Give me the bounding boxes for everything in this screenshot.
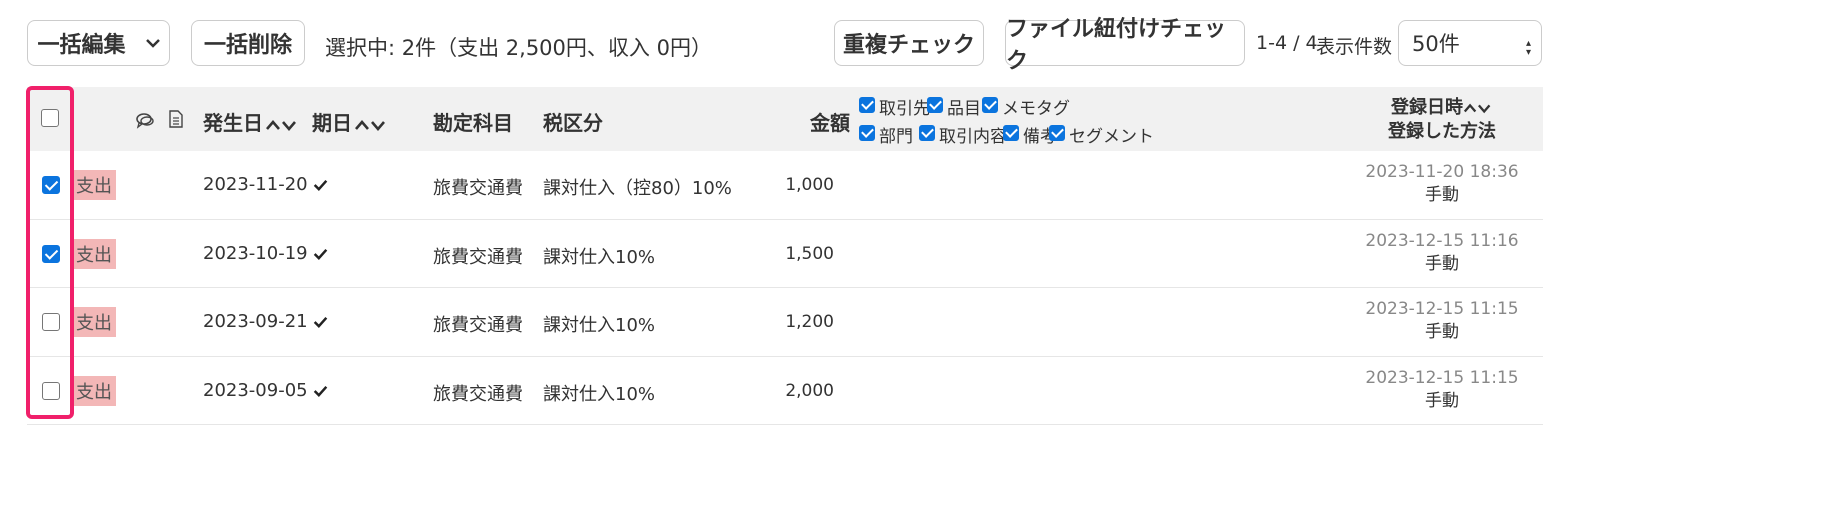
- column-option-checkbox[interactable]: [859, 125, 875, 141]
- tax-class: 課対仕入10%: [543, 315, 656, 336]
- occurred-date: 2023-09-05: [203, 379, 308, 401]
- column-option-checkbox[interactable]: [859, 97, 875, 113]
- file-link-check-label: ファイル紐付けチェック: [1006, 17, 1227, 74]
- registration-info: 2023-11-20 18:36 手動: [1362, 161, 1522, 207]
- pagination-range: 1-4 / 4: [1256, 32, 1318, 54]
- column-option-label: セグメント: [1069, 127, 1154, 147]
- selection-column-highlight: [26, 86, 74, 419]
- table-row[interactable]: 支出 2023-11-20 旅費交通費 課対仕入（控80）10% 1,000 2023-1…: [27, 151, 1543, 220]
- registered-method: 手動: [1425, 185, 1459, 205]
- account-name: 旅費交通費: [433, 315, 523, 336]
- column-option-checkbox[interactable]: [1003, 125, 1019, 141]
- bulk-edit-label: 一括編集: [37, 33, 126, 58]
- duplicate-check-label: 重複チェック: [842, 33, 975, 58]
- select-arrows-icon: ▴ ▾: [1525, 38, 1531, 58]
- comment-icon: [136, 113, 154, 129]
- column-option-label: 部門: [879, 127, 913, 147]
- occurred-date-label: 発生日: [203, 111, 263, 135]
- bulk-delete-label: 一括削除: [203, 33, 292, 58]
- tax-class: 課対仕入10%: [543, 246, 656, 268]
- registered-method: 手動: [1425, 253, 1459, 274]
- registered-method: 手動: [1425, 322, 1459, 342]
- tax-class: 課対仕入（控80）10%: [543, 178, 732, 199]
- table-row[interactable]: 支出 2023-10-19 旅費交通費 課対仕入10% 1,500 2023-12-15 …: [27, 220, 1543, 288]
- checkmark-icon: [313, 248, 328, 260]
- amount: 1,000: [785, 175, 834, 195]
- expense-badge: 支出: [72, 375, 116, 406]
- selection-summary: 選択中: 2件（支出 2,500円、収入 0円）: [325, 36, 712, 60]
- occurred-date: 2023-09-21: [203, 311, 308, 332]
- column-option-label: 品目: [947, 99, 981, 119]
- registered-datetime: 2023-12-15 11:16: [1365, 230, 1519, 251]
- chevron-down-icon: [145, 39, 160, 48]
- account-name: 旅費交通費: [433, 246, 523, 268]
- file-link-check-button[interactable]: ファイル紐付けチェック: [1005, 17, 1245, 74]
- column-option-label: メモタグ: [1002, 99, 1070, 119]
- column-option-checkbox[interactable]: [982, 97, 998, 113]
- table-row[interactable]: 支出 2023-09-21 旅費交通費 課対仕入10% 1,200 2023-12-15 …: [27, 288, 1543, 357]
- amount: 1,200: [785, 312, 834, 332]
- bulk-edit-dropdown-button[interactable]: 一括編集: [27, 20, 170, 66]
- table-row[interactable]: 支出 2023-09-05 旅費交通費 課対仕入10% 2,000 2023-12-15 …: [27, 357, 1543, 425]
- registered-method: 手動: [1425, 390, 1459, 411]
- checkmark-icon: [313, 316, 328, 328]
- column-occurred-date[interactable]: 発生日: [203, 107, 299, 136]
- bulk-delete-button[interactable]: 一括削除: [191, 20, 305, 66]
- column-option-label: 取引内容: [939, 127, 1007, 147]
- column-amount: 金額: [810, 111, 850, 135]
- column-option-label: 取引先: [879, 99, 930, 119]
- amount: 2,000: [785, 380, 834, 401]
- page-size-label: 表示件数: [1316, 36, 1393, 58]
- table-header: 発生日 期日 勘定科目 税区分 金額 取引先 品目 メモタグ 部門 取引内容 備考 セグメン…: [27, 87, 1543, 151]
- sort-icon: [1463, 103, 1491, 114]
- column-option-checkbox[interactable]: [919, 125, 935, 141]
- column-due-date[interactable]: 期日: [312, 107, 388, 136]
- registered-method-label: 登録した方法: [1388, 121, 1496, 142]
- checkmark-icon: [313, 179, 328, 191]
- registration-info: 2023-12-15 11:15 手動: [1362, 298, 1522, 344]
- sort-icon: [355, 119, 385, 131]
- duplicate-check-button[interactable]: 重複チェック: [834, 20, 984, 66]
- account-name: 旅費交通費: [433, 383, 523, 405]
- expense-badge: 支出: [72, 238, 116, 269]
- expense-badge: 支出: [72, 307, 116, 337]
- sort-icon: [266, 119, 296, 131]
- registration-info: 2023-12-15 11:16 手動: [1362, 230, 1522, 276]
- column-option-checkbox[interactable]: [1049, 125, 1065, 141]
- occurred-date: 2023-11-20: [203, 174, 308, 195]
- document-icon: [169, 110, 183, 128]
- registered-datetime: 2023-12-15 11:15: [1365, 299, 1519, 319]
- page-size-value: 50件: [1412, 32, 1460, 56]
- column-account: 勘定科目: [433, 111, 513, 135]
- registered-datetime: 2023-12-15 11:15: [1365, 367, 1519, 388]
- column-registered[interactable]: 登録日時 登録した方法: [1362, 96, 1522, 144]
- occurred-date: 2023-10-19: [203, 242, 308, 264]
- registration-info: 2023-12-15 11:15 手動: [1362, 367, 1522, 413]
- due-date-label: 期日: [312, 111, 352, 135]
- registered-datetime: 2023-11-20 18:36: [1365, 162, 1519, 182]
- page-size-select[interactable]: 50件 ▴ ▾: [1398, 20, 1542, 66]
- tax-class: 課対仕入10%: [543, 383, 656, 405]
- column-option-checkbox[interactable]: [927, 97, 943, 113]
- account-name: 旅費交通費: [433, 178, 523, 199]
- amount: 1,500: [785, 243, 834, 264]
- column-tax-class: 税区分: [543, 111, 603, 135]
- registered-at-label: 登録日時: [1391, 97, 1463, 118]
- expense-badge: 支出: [72, 170, 116, 200]
- checkmark-icon: [313, 385, 328, 397]
